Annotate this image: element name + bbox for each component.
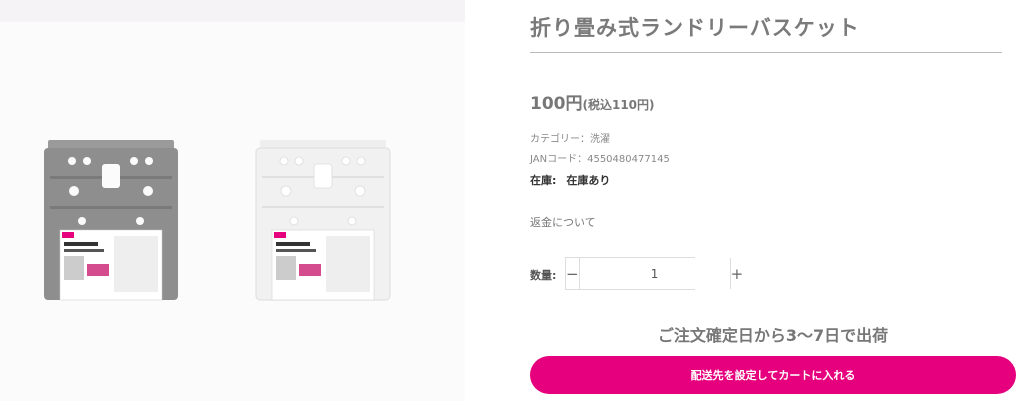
refund-link[interactable]: 返金について [530, 214, 596, 230]
quantity-label: 数量: [530, 269, 557, 282]
product-jan-code: JANコード：4550480477145 [530, 154, 670, 165]
product-page: 折り畳み式ランドリーバスケット 100円(税込110円) カテゴリー：洗濯 JA… [0, 0, 1024, 401]
product-price: 100円(税込110円) [530, 89, 655, 114]
image-top-strip [0, 0, 465, 22]
product-image-white[interactable] [254, 136, 392, 302]
product-category: カテゴリー：洗濯 [530, 134, 610, 145]
product-title: 折り畳み式ランドリーバスケット [530, 16, 860, 40]
price-main: 100円 [530, 94, 583, 114]
stock-label: 在庫: [530, 174, 557, 187]
quantity-increase-button[interactable]: + [729, 258, 744, 289]
quantity-decrease-button[interactable]: − [566, 258, 580, 289]
shipping-note: ご注文確定日から3〜7日で出荷 [657, 326, 889, 345]
price-tax: (税込110円) [582, 98, 655, 112]
quantity-stepper: − + [565, 257, 744, 290]
title-divider [530, 52, 1002, 53]
add-to-cart-button[interactable]: 配送先を設定してカートに入れる [530, 356, 1016, 394]
stock-value: 在庫あり [566, 174, 611, 187]
quantity-input[interactable] [579, 258, 730, 289]
stock-status: 在庫: 在庫あり [530, 172, 610, 188]
product-details: 折り畳み式ランドリーバスケット 100円(税込110円) カテゴリー：洗濯 JA… [530, 0, 1016, 401]
product-image-gray[interactable] [42, 136, 180, 302]
product-image-panel [0, 0, 465, 401]
